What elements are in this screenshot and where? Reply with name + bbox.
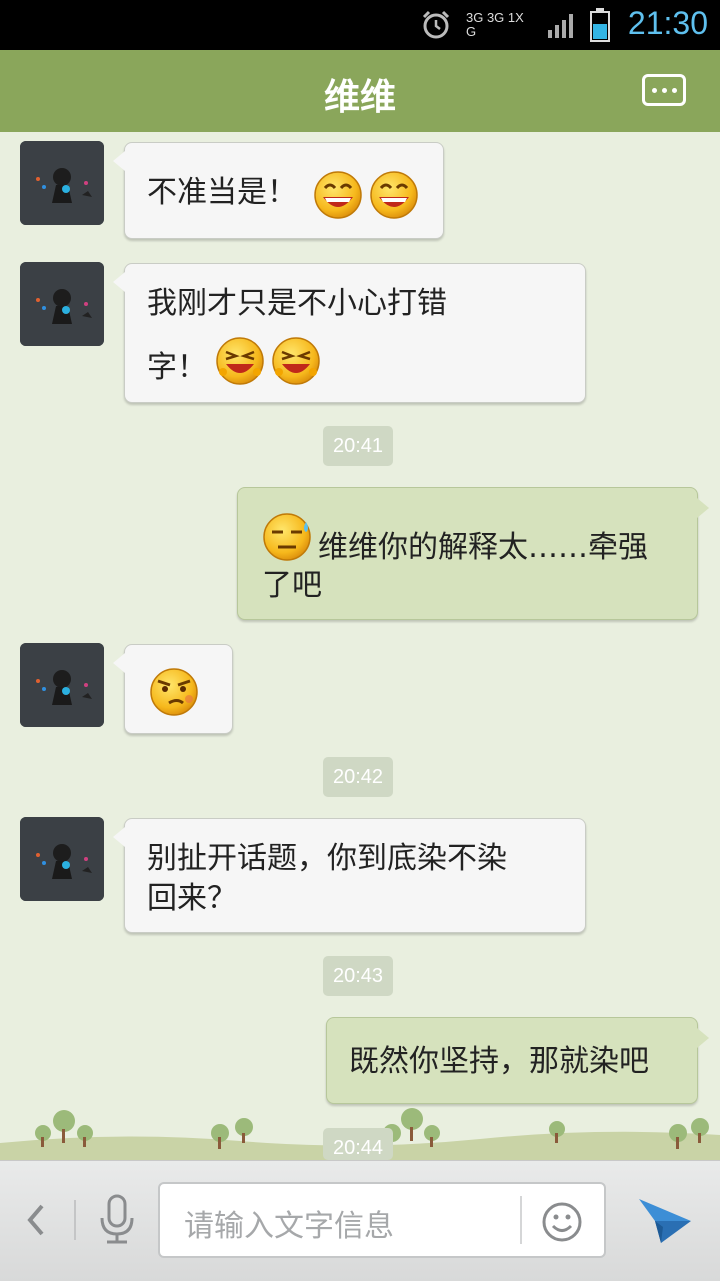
message-input[interactable]: 请输入文字信息: [158, 1182, 606, 1258]
message-bubble-outgoing[interactable]: 维维你的解释太……牵强 了吧: [237, 487, 709, 620]
timestamp: 20:41: [323, 426, 394, 466]
avatar[interactable]: [20, 262, 104, 346]
timestamp: 20:43: [323, 956, 394, 996]
status-bar: 3G 3G 1X G 21:30: [0, 0, 720, 50]
signal-icon: [548, 14, 573, 38]
message-text-line2: 了吧: [262, 568, 322, 603]
sweat-emoji-icon: [263, 513, 311, 561]
avatar-image: [20, 817, 104, 901]
more-button[interactable]: [642, 74, 686, 106]
avatar-image: [20, 643, 104, 727]
grin-emoji-icon: [370, 171, 418, 219]
message-text: 既然你坚持，那就染吧: [349, 1044, 649, 1079]
timestamp: 20:44: [323, 1128, 394, 1160]
message-bubble-incoming[interactable]: 我刚才只是不小心打错 字！: [113, 263, 586, 403]
more-icon-dot: [661, 87, 667, 93]
emoji-icon: [542, 1202, 582, 1242]
divider: [520, 1196, 522, 1244]
message-text: 不准当是！: [147, 175, 297, 210]
alarm-icon: [422, 10, 450, 39]
avatar[interactable]: [20, 817, 104, 901]
avatar[interactable]: [20, 643, 104, 727]
message-text-line1: 我刚才只是不小心打错: [147, 286, 447, 321]
laugh-emoji-icon: [272, 337, 320, 385]
more-icon: [651, 87, 657, 93]
more-icon-dot: [671, 87, 677, 93]
message-text-line2: 字！: [147, 350, 207, 385]
avatar-image: [20, 141, 104, 225]
timestamp: 20:42: [323, 757, 394, 797]
clock: 21:30: [627, 5, 708, 41]
emoji-button[interactable]: [534, 1194, 590, 1250]
microphone-icon: [100, 1194, 134, 1244]
title-bar-edge: [0, 126, 720, 138]
message-input-placeholder: 请输入文字信息: [184, 1209, 394, 1244]
avatar-image: [20, 262, 104, 346]
back-icon: [27, 1204, 44, 1236]
send-icon: [639, 1199, 691, 1243]
battery-icon: [590, 8, 610, 42]
message-text-line1: 别扯开话题，你到底染不染: [147, 841, 507, 876]
message-bubble-incoming[interactable]: 不准当是！: [113, 142, 444, 239]
send-button[interactable]: [630, 1186, 700, 1252]
voice-input-button[interactable]: [88, 1190, 146, 1250]
divider: [74, 1200, 76, 1240]
back-button[interactable]: [14, 1192, 58, 1248]
laugh-emoji-icon: [216, 337, 264, 385]
grin-emoji-icon: [314, 171, 362, 219]
network-type: 3G 3G 1X G: [466, 10, 524, 39]
message-bubble-incoming[interactable]: [113, 644, 233, 734]
message-text-line1: 维维你的解释太……牵强: [318, 530, 648, 565]
page-title: 维维: [323, 77, 396, 118]
smirk-emoji-icon: [150, 668, 198, 716]
message-bubble-outgoing[interactable]: 既然你坚持，那就染吧: [326, 1017, 709, 1104]
message-text-line2: 回来？: [147, 881, 237, 916]
message-bubble-incoming[interactable]: 别扯开话题，你到底染不染 回来？: [113, 818, 586, 933]
avatar[interactable]: [20, 141, 104, 225]
